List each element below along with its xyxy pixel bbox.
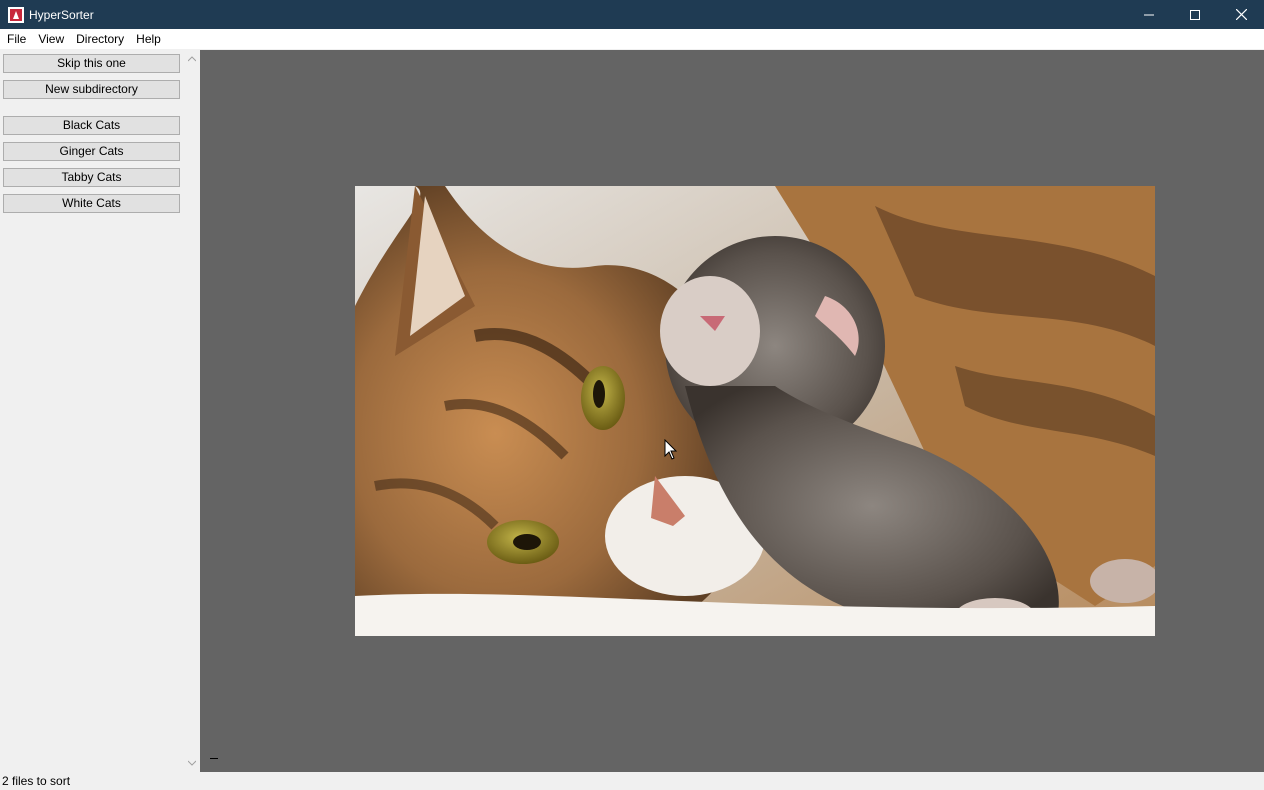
menu-view[interactable]: View [32,29,70,50]
menu-file[interactable]: File [0,29,32,50]
sidebar-scrollbar[interactable] [184,50,200,772]
directory-button-white-cats[interactable]: White Cats [3,194,180,213]
close-button[interactable] [1218,0,1264,29]
title-bar[interactable]: HyperSorter [0,0,1264,29]
close-icon [1235,9,1247,20]
menu-directory[interactable]: Directory [70,29,130,50]
directory-button-tabby-cats[interactable]: Tabby Cats [3,168,180,187]
scroll-up-icon[interactable] [188,55,196,63]
menu-bar: File View Directory Help [0,29,1264,50]
new-subdirectory-button[interactable]: New subdirectory [3,80,180,99]
scroll-down-icon[interactable] [188,759,196,767]
mouse-pointer-icon [664,439,678,460]
cat-photo [355,186,1155,636]
maximize-button[interactable] [1172,0,1218,29]
minimize-button[interactable] [1126,0,1172,29]
directory-button-black-cats[interactable]: Black Cats [3,116,180,135]
image-viewer[interactable] [200,50,1264,772]
directory-panel: Skip this one New subdirectory Black Cat… [0,50,184,772]
maximize-icon [1190,9,1200,20]
window-title: HyperSorter [29,7,94,22]
skip-button[interactable]: Skip this one [3,54,180,73]
window-controls [1126,0,1264,29]
app-logo-icon [8,6,24,23]
minimize-icon [1144,14,1154,15]
directory-button-ginger-cats[interactable]: Ginger Cats [3,142,180,161]
cat-photo-illustration [355,186,1155,636]
menu-help[interactable]: Help [130,29,167,50]
status-bar: 2 files to sort [0,772,1264,790]
viewer-marker [210,758,218,759]
status-text: 2 files to sort [2,774,71,788]
